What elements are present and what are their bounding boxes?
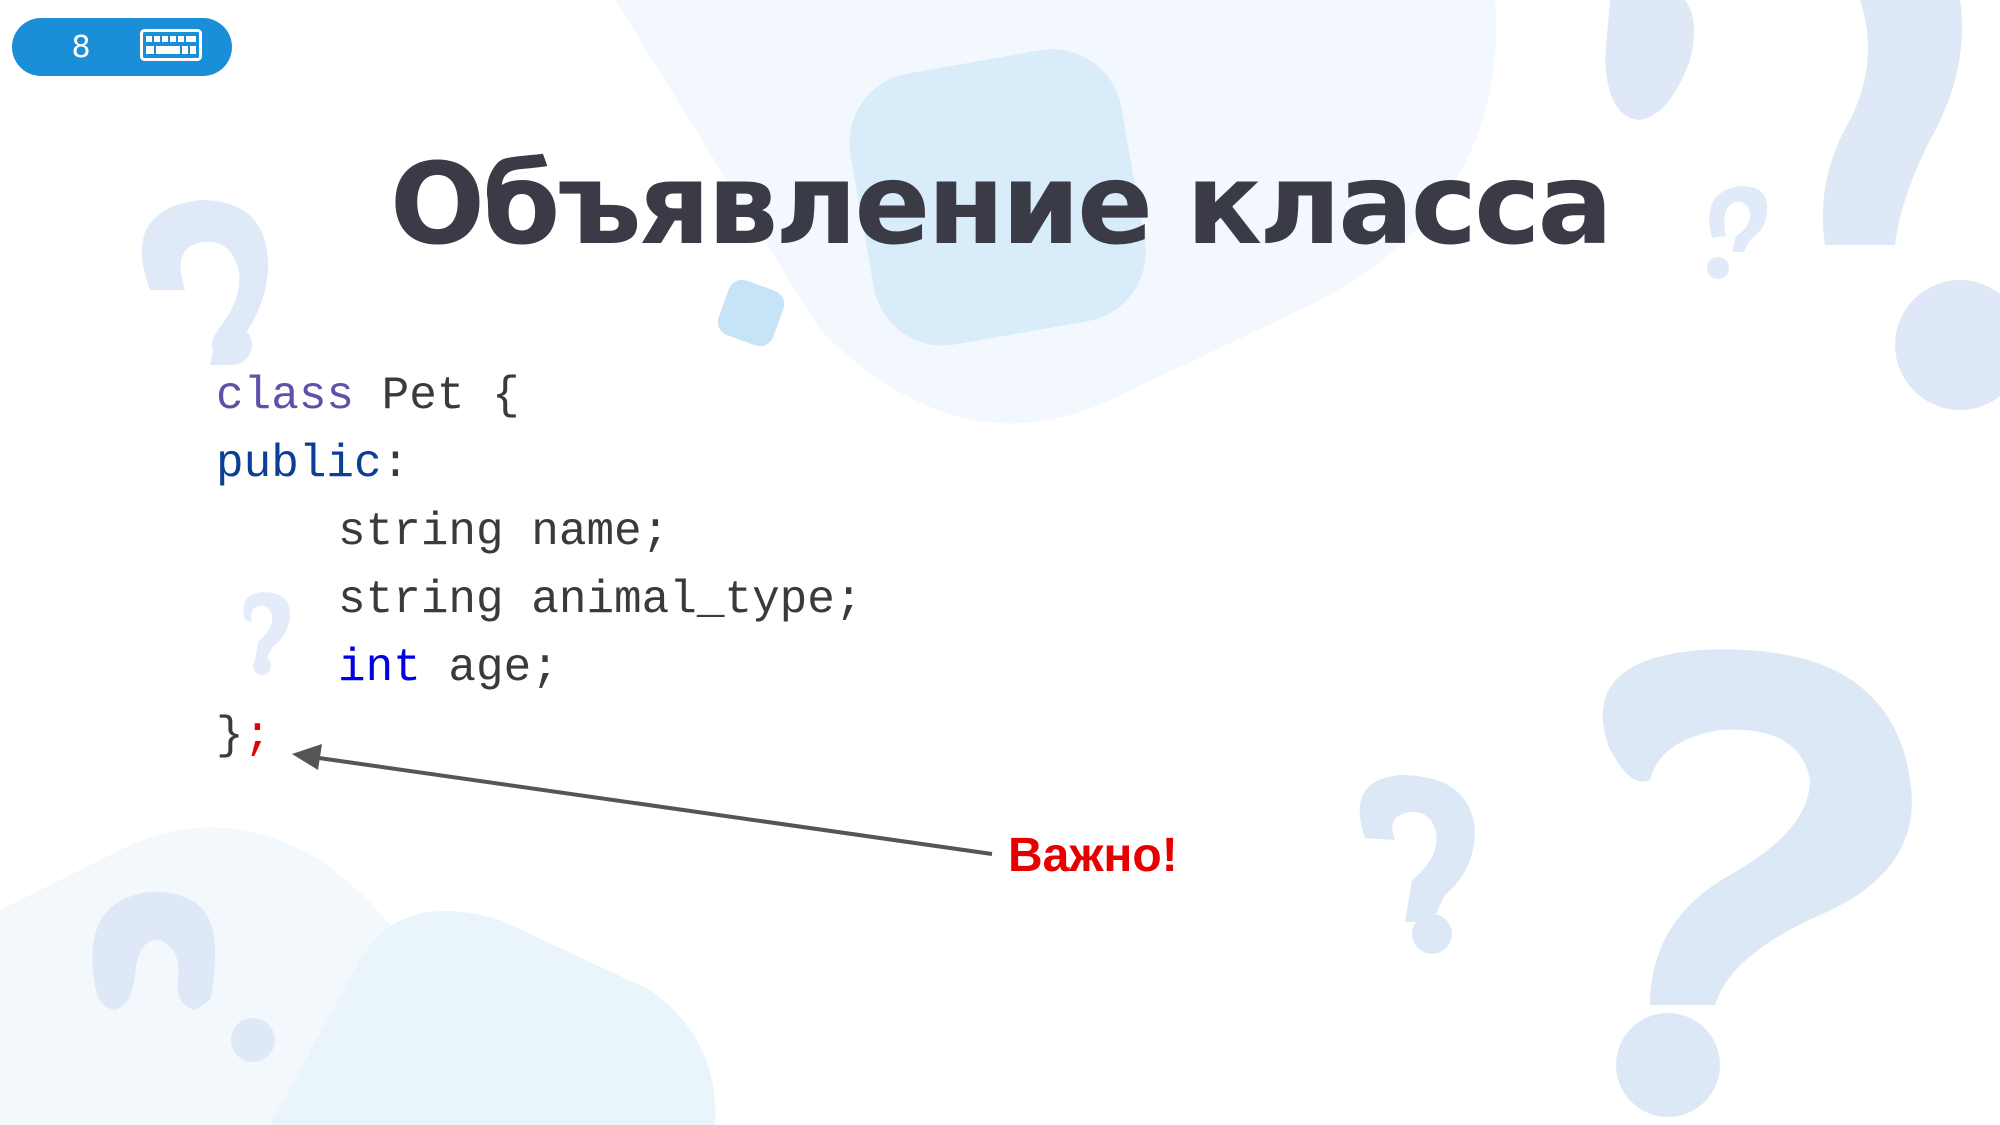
important-callout: Важно! xyxy=(1008,829,1178,882)
arrow-icon xyxy=(292,744,993,856)
